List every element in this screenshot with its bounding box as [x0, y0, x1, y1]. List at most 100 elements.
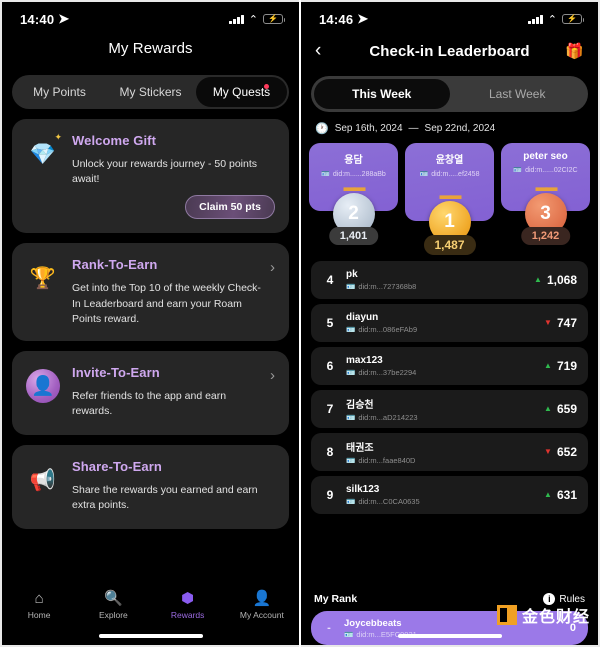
podium-did-row: 🪪 did:m......288aBb — [313, 170, 394, 179]
tab-my-points-label: My Points — [33, 85, 86, 99]
megaphone-icon: 📢 — [29, 468, 57, 492]
page-title: My Rewards — [108, 40, 193, 57]
status-time-group: 14:40 ➤ — [20, 11, 69, 27]
nav-item-rewards-label: Rewards — [170, 610, 205, 620]
leaderboard-header: ‹ Check-in Leaderboard 🎁 — [301, 32, 598, 66]
quest-card-share-to-earn[interactable]: 📢 Share-To-Earn Share the rewards you ea… — [12, 445, 289, 530]
nav-item-home-label: Home — [27, 610, 51, 620]
podium-did-row: 🪪 did:m......02CI2C — [505, 166, 586, 175]
location-arrow-icon: ➤ — [357, 11, 369, 26]
chevron-right-icon[interactable]: › — [270, 367, 275, 384]
row-did: did:m...727368b8 — [358, 282, 417, 291]
trend-up-icon: ▲ — [544, 404, 552, 413]
table-row[interactable]: 7 김승천 🪪 did:m...aD214223 ▲ 659 — [311, 390, 588, 428]
rewards-screen: 14:40 ➤ ⌃ ⚡ My Rewards My Points My Stic… — [0, 0, 299, 647]
my-rank-title: My Rank — [314, 593, 358, 605]
trend-down-icon: ▼ — [544, 447, 552, 456]
table-row[interactable]: 8 태권조 🪪 did:m...faae840D ▼ 652 — [311, 433, 588, 471]
person-icon: 👤 — [252, 589, 272, 607]
watermark-text: 金色财经 — [521, 609, 590, 626]
nav-item-home[interactable]: ⌂ Home — [2, 589, 76, 621]
person-circle-icon: 👤 — [24, 367, 62, 405]
tab-my-points[interactable]: My Points — [14, 77, 105, 107]
row-score-group: ▲ 1,068 — [534, 273, 577, 287]
nav-item-my-account[interactable]: 👤 My Account — [225, 589, 299, 621]
tab-my-quests-label: My Quests — [212, 85, 271, 99]
status-time-group: 14:46 ➤ — [319, 11, 368, 27]
row-did: did:m...37be2294 — [358, 368, 417, 377]
date-range-end: Sep 22nd, 2024 — [424, 123, 496, 134]
table-row[interactable]: 9 silk123 🪪 did:m...C0CA0635 ▲ 631 — [311, 476, 588, 514]
row-score: 719 — [556, 359, 577, 373]
podium-entry-3[interactable]: peter seo 🪪 did:m......02CI2C ▬▬ 3 1,242 — [501, 143, 590, 245]
id-card-icon: 🪪 — [346, 325, 356, 334]
chevron-left-icon[interactable]: ‹ — [315, 40, 335, 62]
row-did: did:m...C0CA0635 — [358, 497, 420, 506]
status-icons-right: ⌃ ⚡ — [528, 13, 584, 26]
row-did-group: 🪪 did:m...086eFAb9 — [346, 325, 544, 334]
row-did-group: 🪪 did:m...aD214223 — [346, 413, 544, 422]
signal-bars-icon — [528, 14, 543, 24]
id-card-icon: 🪪 — [344, 629, 354, 639]
claim-points-button[interactable]: Claim 50 pts — [185, 195, 275, 220]
row-score-group: ▼ 652 — [544, 445, 577, 459]
status-bar-left: 14:40 ➤ ⌃ ⚡ — [2, 2, 299, 32]
quest-card-list: 💎 ✦ Welcome Gift Unlock your rewards jour… — [2, 109, 299, 530]
row-name: pk — [346, 269, 358, 280]
row-score: 1,068 — [546, 273, 577, 287]
id-card-icon: 🪪 — [346, 413, 356, 422]
tab-my-quests[interactable]: My Quests — [196, 77, 287, 107]
quest-card-welcome-gift[interactable]: 💎 ✦ Welcome Gift Unlock your rewards jour… — [12, 119, 289, 234]
quest-card-rank-to-earn[interactable]: 🏆 Rank-To-Earn Get into the Top 10 of th… — [12, 243, 289, 342]
podium-icon: 🏆 — [29, 266, 57, 290]
id-card-icon: 🪪 — [346, 456, 356, 465]
quest-card-desc: Share the rewards you earned and earn ex… — [72, 484, 258, 512]
leaderboard-screen: 14:46 ➤ ⌃ ⚡ ‹ Check-in Leaderboard 🎁 Thi… — [301, 0, 600, 647]
podium-did: did:m......288aBb — [332, 170, 386, 178]
table-row[interactable]: 5 diayun 🪪 did:m...086eFAb9 ▼ 747 — [311, 304, 588, 342]
tab-my-stickers[interactable]: My Stickers — [105, 77, 196, 107]
row-score: 659 — [556, 402, 577, 416]
podium-did: did:m.....ef2458 — [431, 170, 480, 178]
gift-icon[interactable]: 🎁 — [564, 42, 584, 60]
chevron-right-icon[interactable]: › — [270, 259, 275, 276]
row-name: diayun — [346, 312, 379, 323]
id-card-icon: 🪪 — [346, 282, 356, 291]
battery-charging-icon: ⚡ — [562, 13, 584, 25]
row-did: did:m...aD214223 — [358, 413, 418, 422]
podium-entry-1[interactable]: 윤창열 🪪 did:m.....ef2458 ▬▬ 1 1,487 — [405, 143, 494, 255]
row-score-group: ▲ 659 — [544, 402, 577, 416]
row-rank: 8 — [326, 445, 334, 459]
search-icon: 🔍 — [104, 589, 123, 607]
tab-my-stickers-label: My Stickers — [119, 85, 182, 99]
id-card-icon: 🪪 — [346, 497, 356, 506]
row-score: 652 — [556, 445, 577, 459]
nav-item-rewards[interactable]: Rewards — [151, 590, 225, 620]
nav-item-explore-label: Explore — [98, 610, 128, 620]
wifi-icon: ⌃ — [547, 13, 557, 26]
home-icon: ⌂ — [34, 589, 44, 607]
tab-last-week[interactable]: Last Week — [450, 79, 586, 109]
row-did: did:m...086eFAb9 — [358, 325, 418, 334]
quest-card-invite-to-earn[interactable]: 👤 Invite-To-Earn Refer friends to the ap… — [12, 351, 289, 436]
row-name: max123 — [346, 355, 383, 366]
table-row[interactable]: 4 pk 🪪 did:m...727368b8 ▲ 1,068 — [311, 261, 588, 299]
tab-this-week[interactable]: This Week — [314, 79, 450, 109]
tab-this-week-label: This Week — [352, 87, 412, 101]
clock-icon: 🕐 — [315, 123, 329, 135]
podium-name: 용담 — [344, 155, 363, 166]
nav-item-explore[interactable]: 🔍 Explore — [76, 589, 150, 621]
quest-card-desc: Refer friends to the app and earn reward… — [72, 390, 227, 418]
podium-did-row: 🪪 did:m.....ef2458 — [409, 170, 490, 179]
row-name: 태권조 — [346, 443, 374, 454]
row-rank: 5 — [326, 316, 334, 330]
podium-did: did:m......02CI2C — [525, 166, 578, 174]
row-name: 김승천 — [346, 400, 374, 411]
row-did-group: 🪪 did:m...faae840D — [346, 456, 544, 465]
location-arrow-icon: ➤ — [58, 11, 70, 26]
podium-entry-2[interactable]: 용담 🪪 did:m......288aBb ▬▬ 2 1,401 — [309, 143, 398, 245]
table-row[interactable]: 6 max123 🪪 did:m...37be2294 ▲ 719 — [311, 347, 588, 385]
quest-card-desc: Unlock your rewards journey - 50 points … — [72, 158, 258, 186]
row-score-group: ▲ 719 — [544, 359, 577, 373]
row-score-group: ▼ 747 — [544, 316, 577, 330]
